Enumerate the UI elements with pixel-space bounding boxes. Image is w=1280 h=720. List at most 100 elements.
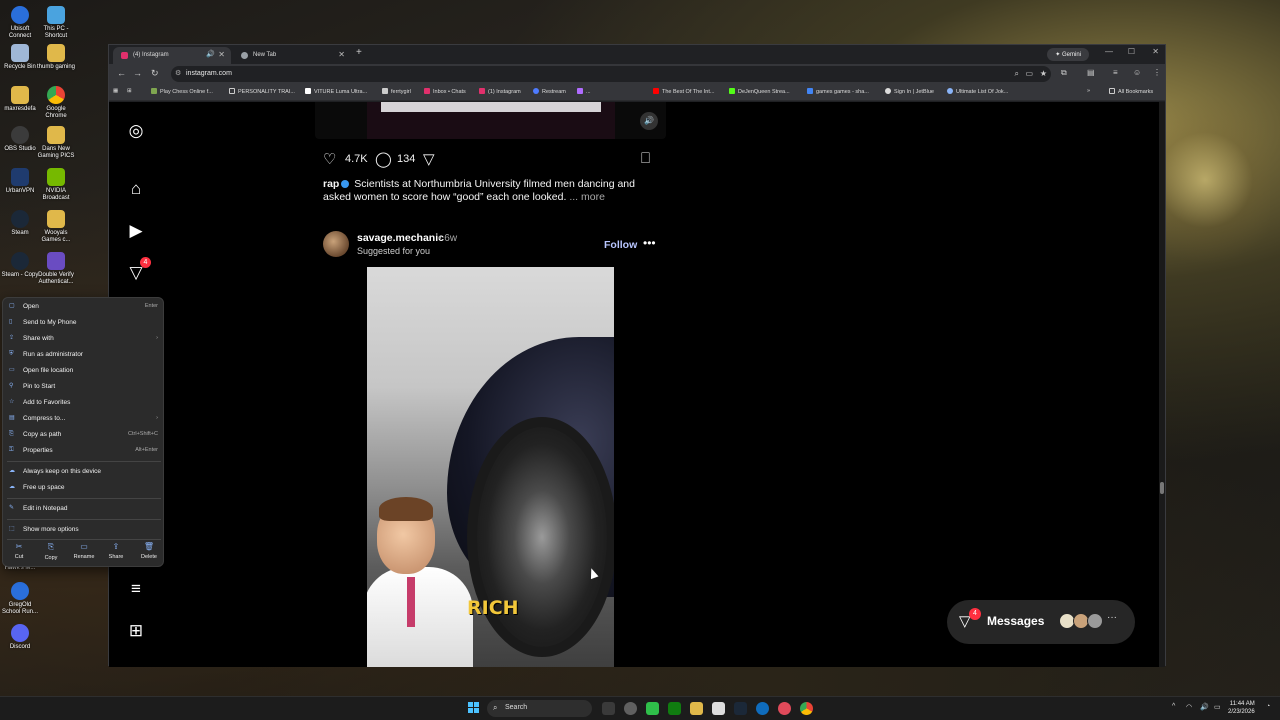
bookmark-item[interactable]: Ultimate List Of Jok... xyxy=(947,88,1008,95)
follow-button[interactable]: Follow xyxy=(604,239,637,251)
desktop-icon-dans-pics[interactable]: Dans New Gaming PICS xyxy=(36,126,76,160)
desktop-icon-recycle-bin[interactable]: Recycle Bin xyxy=(0,44,40,71)
desktop-icon-discord[interactable]: Discord xyxy=(0,624,40,651)
notifications-icon[interactable]: ◔ xyxy=(1266,703,1270,710)
forward-icon[interactable]: → xyxy=(133,68,142,78)
task-view-icon[interactable] xyxy=(602,702,615,715)
speaker-icon[interactable]: 🔊 xyxy=(206,50,215,58)
desktop-icon-chrome[interactable]: Google Chrome xyxy=(36,86,76,120)
messages-nav-icon[interactable]: ▽ 4 xyxy=(123,257,151,286)
bookmark-item[interactable]: ... xyxy=(577,88,591,95)
bookmark-item[interactable]: ferrtygirl xyxy=(382,88,411,95)
audio-icon[interactable]: 🔊 xyxy=(640,112,658,130)
like-icon[interactable]: ♡ xyxy=(323,150,336,168)
menu-item-add-to-favorites[interactable]: ☆ Add to Favorites xyxy=(3,396,165,410)
menu-kebab-icon[interactable]: ⋮ xyxy=(1153,68,1161,77)
instagram-logo-icon[interactable]: ◎ xyxy=(123,118,149,144)
bookmark-item[interactable]: PERSONALITY TRAI... xyxy=(229,88,295,95)
menu-item-share-with[interactable]: ⇪ Share with › xyxy=(3,332,165,346)
menu-item-always-keep[interactable]: ☁ Always keep on this device xyxy=(3,465,165,479)
reels-icon[interactable]: ▶ xyxy=(123,218,149,244)
desktop-icon-wooyals[interactable]: Wooyals Games c... xyxy=(36,210,76,244)
bookmark-item[interactable]: The Best Of The Int... xyxy=(653,88,714,95)
likes-count[interactable]: 4.7K xyxy=(345,153,368,165)
bookmarks-overflow-icon[interactable]: » xyxy=(1087,88,1090,94)
menu-item-edit-in-notepad[interactable]: ✎ Edit in Notepad xyxy=(3,502,165,516)
media-icon[interactable]: ≡ xyxy=(1113,68,1118,77)
tab-instagram[interactable]: (4) Instagram 🔊 ✕ xyxy=(113,47,231,64)
settings-icon[interactable] xyxy=(624,702,637,715)
system-clock[interactable]: 11:44 AM 2/23/2026 xyxy=(1228,700,1255,716)
volume-icon[interactable]: 🔊 xyxy=(1200,703,1209,711)
battery-icon[interactable]: ▭ xyxy=(1214,703,1221,711)
steam-icon[interactable] xyxy=(734,702,747,715)
close-tab-icon[interactable]: ✕ xyxy=(338,50,345,59)
bookmark-item[interactable]: Sign In | JetBlue xyxy=(885,88,934,95)
all-bookmarks[interactable]: All Bookmarks xyxy=(1109,88,1153,95)
minimize-icon[interactable]: — xyxy=(1105,47,1113,56)
bookmark-item[interactable]: DeJenQueen Strea... xyxy=(729,88,790,95)
gemini-button[interactable]: ✦ Gemini xyxy=(1047,48,1089,61)
desktop-icon-this-pc[interactable]: This PC - Shortcut xyxy=(36,6,76,40)
grid-icon[interactable]: ⊞ xyxy=(127,88,132,94)
file-explorer-icon[interactable] xyxy=(690,702,703,715)
caption-more-link[interactable]: ... more xyxy=(569,191,605,203)
profile-icon[interactable]: ☺ xyxy=(1133,68,1141,77)
desktop-icon-urbanvpn[interactable]: UrbanVPN xyxy=(0,168,40,195)
desktop-icon-steam[interactable]: Steam xyxy=(0,210,40,237)
post-video[interactable]: RICH xyxy=(315,267,666,667)
bookmark-item[interactable]: (1) Instagram xyxy=(479,88,521,95)
close-tab-icon[interactable]: ✕ xyxy=(218,50,225,59)
hamburger-menu-icon[interactable]: ≡ xyxy=(123,576,149,602)
extensions-icon[interactable]: ⧉ xyxy=(1061,68,1067,78)
tab-new-tab[interactable]: New Tab ✕ xyxy=(233,47,351,64)
menu-item-send-to-phone[interactable]: ▯ Send to My Phone xyxy=(3,316,165,330)
menu-item-show-more-options[interactable]: ⬚ Show more options xyxy=(3,523,165,537)
back-icon[interactable]: ← xyxy=(117,68,126,78)
zoom-icon[interactable]: ⌕ xyxy=(1015,69,1019,79)
bookmark-star-icon[interactable]: ★ xyxy=(1040,69,1047,78)
rename-button[interactable]: ▭ Rename xyxy=(68,542,100,560)
tray-overflow-icon[interactable]: ^ xyxy=(1172,703,1175,710)
desktop-icon-double-verify[interactable]: Double Verify Authenticat... xyxy=(36,252,76,286)
desktop-icon-ubisoft[interactable]: Ubisoft Connect xyxy=(0,6,40,40)
cast-icon[interactable]: ▭ xyxy=(1025,69,1033,78)
menu-item-copy-as-path[interactable]: ⎘ Copy as path Ctrl+Shift+C xyxy=(3,428,165,442)
desktop-icon-maxresdefa[interactable]: maxresdefa xyxy=(0,86,40,113)
address-bar[interactable]: ⚙ instagram.com ⌕ ▭ ★ xyxy=(171,66,1051,82)
menu-item-open[interactable]: ▢ Open Enter xyxy=(3,300,165,314)
maximize-icon[interactable]: ☐ xyxy=(1128,47,1135,56)
edge-icon[interactable] xyxy=(756,702,769,715)
post-options-icon[interactable]: ••• xyxy=(643,236,656,250)
previous-post-media[interactable]: 🔊 xyxy=(315,102,666,139)
bookmark-item[interactable]: Play Chess Online f... xyxy=(151,88,213,95)
share-icon[interactable]: ▽ xyxy=(423,150,435,168)
desktop-icon-gregold[interactable]: GregOld School Run... xyxy=(0,582,40,616)
desktop-icon-nvidia[interactable]: NVIDIA Broadcast xyxy=(36,168,76,202)
xbox-icon[interactable] xyxy=(668,702,681,715)
new-tab-plus-icon[interactable]: + xyxy=(356,47,362,58)
bookmark-item[interactable]: games games - sha... xyxy=(807,88,869,95)
comments-count[interactable]: 134 xyxy=(397,153,415,165)
menu-item-properties[interactable]: ⚿ Properties Alt+Enter xyxy=(3,444,165,458)
messages-button[interactable]: ▽ 4 Messages ··· xyxy=(947,600,1135,644)
post-username[interactable]: savage.mechanic xyxy=(357,232,444,244)
menu-item-run-as-admin[interactable]: ⛨ Run as administrator xyxy=(3,348,165,362)
site-info-icon[interactable]: ⚙ xyxy=(175,69,181,77)
delete-button[interactable]: 🗑 Delete xyxy=(133,542,165,560)
apps-icon[interactable]: ▦ xyxy=(113,88,118,94)
desktop-icon-obs[interactable]: OBS Studio xyxy=(0,126,40,153)
home-icon[interactable]: ⌂ xyxy=(123,176,149,202)
avatar[interactable] xyxy=(323,231,349,257)
menu-item-compress[interactable]: ▤ Compress to... › xyxy=(3,412,165,426)
desktop-icon-thumb-gaming[interactable]: thumb gaming xyxy=(36,44,76,71)
start-button[interactable] xyxy=(468,702,480,714)
bookmark-item[interactable]: VITURE Luma Ultra... xyxy=(305,88,367,95)
bookmark-item[interactable]: Inbox • Chats xyxy=(424,88,466,95)
menu-item-pin-to-start[interactable]: ⚲ Pin to Start xyxy=(3,380,165,394)
wifi-icon[interactable]: ◠ xyxy=(1186,703,1192,711)
copy-button[interactable]: ⎘ Copy xyxy=(35,542,67,561)
store-icon[interactable] xyxy=(712,702,725,715)
media-player-icon[interactable] xyxy=(646,702,659,715)
share-button[interactable]: ⇪ Share xyxy=(100,542,132,560)
